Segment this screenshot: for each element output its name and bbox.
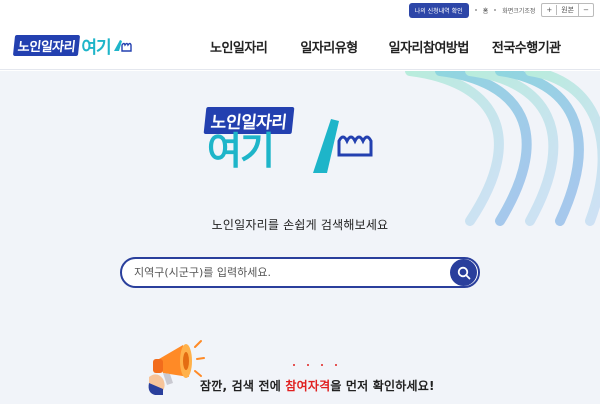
- notice-suffix: 을 먼저 확인하세요!: [330, 379, 435, 393]
- nav-agencies[interactable]: 전국수행기관: [492, 37, 561, 56]
- my-application-button[interactable]: 나의 신청내역 확인: [408, 2, 469, 18]
- site-header: 노인일자리 여기 노인일자리 일자리유형 일자리참여방법 전국수행기관: [0, 20, 600, 70]
- hero-finger-icon: [313, 119, 373, 173]
- notice-highlight-link[interactable]: 참여자격: [285, 379, 330, 393]
- zoom-controls: + 원본 −: [541, 3, 594, 17]
- region-search-bar: [120, 257, 480, 288]
- megaphone-icon: [148, 340, 205, 395]
- search-button[interactable]: [450, 259, 477, 286]
- search-icon: [457, 266, 470, 279]
- hero-logo: 노인일자리 여기: [203, 107, 405, 187]
- nav-how-to-join[interactable]: 일자리참여방법: [389, 37, 470, 56]
- nav-senior-jobs[interactable]: 노인일자리: [210, 37, 268, 56]
- separator-dot: [474, 9, 477, 11]
- zoom-in-button[interactable]: +: [542, 5, 558, 15]
- region-search-input[interactable]: [122, 266, 450, 279]
- font-size-label: 화면크기조정: [502, 7, 536, 15]
- logo-here-text: 여기: [81, 38, 111, 58]
- site-logo[interactable]: 노인일자리 여기: [12, 33, 134, 58]
- nav-job-types[interactable]: 일자리유형: [300, 37, 358, 56]
- zoom-reset-button[interactable]: 원본: [557, 4, 580, 16]
- hero-tagline: 노인일자리를 손쉽게 검색해보세요: [211, 218, 389, 232]
- separator-dot: [494, 9, 497, 11]
- hero-section: 노인일자리 여기 노인일자리를 손쉽게 검색해보세요 잠깐, 검색 전: [0, 71, 600, 404]
- home-link[interactable]: 홈: [483, 6, 489, 15]
- notice-prefix: 잠깐, 검색 전에: [200, 379, 286, 393]
- zoom-out-button[interactable]: −: [579, 5, 593, 15]
- eligibility-notice: 잠깐, 검색 전에 참여자격을 먼저 확인하세요!: [200, 377, 435, 394]
- emphasis-dots: [293, 364, 337, 366]
- logo-finger-icon: [113, 39, 132, 52]
- main-nav: 노인일자리 일자리유형 일자리참여방법 전국수행기관: [210, 37, 561, 56]
- utility-bar: 나의 신청내역 확인 홈 화면크기조정 + 원본 −: [0, 0, 600, 20]
- logo-box-text: 노인일자리: [12, 35, 81, 56]
- hero-logo-here-text: 여기: [207, 129, 275, 173]
